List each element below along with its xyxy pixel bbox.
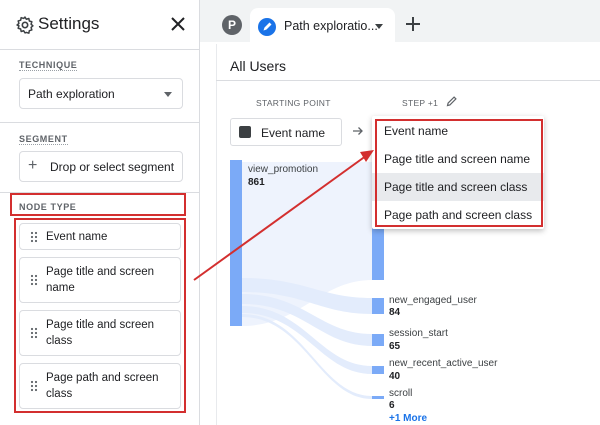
chevron-down-icon [164,92,172,97]
tab-label: Path exploratio... [284,19,378,33]
step-node-count: 6 [389,400,395,411]
close-icon[interactable] [168,14,188,34]
starting-node-selector[interactable]: Event name [230,118,342,146]
annotation-highlight-dropdown [375,119,543,227]
technique-label: TECHNIQUE [19,60,78,71]
tab-path-exploration[interactable]: Path exploratio... [250,8,395,44]
step-node-count: 40 [389,371,401,382]
segment-drop-zone[interactable]: + Drop or select segment [19,151,183,182]
settings-header: Settings [0,0,200,50]
step-header: STEP +1 [402,98,439,108]
pencil-icon[interactable] [446,95,458,107]
gear-icon [16,16,34,34]
step-node-name: new_recent_active_user [389,358,498,369]
start-node-count: 861 [248,177,265,188]
segment-placeholder: Drop or select segment [50,160,175,174]
annotation-highlight-node-list [14,218,186,413]
starting-point-header: STARTING POINT [256,98,331,108]
arrow-right-icon [353,127,363,135]
avatar[interactable]: P [222,15,242,35]
settings-panel: Settings TECHNIQUE Path exploration SEGM… [0,0,200,425]
starting-node-selector-label: Event name [261,126,326,140]
more-nodes-link[interactable]: +1 More [389,413,427,424]
pencil-icon [258,18,276,36]
add-tab-icon[interactable] [403,14,423,34]
step-node-count: 84 [389,307,401,318]
annotation-highlight-node-type [10,193,186,216]
start-node-name: view_promotion [248,164,319,175]
technique-select[interactable]: Path exploration [19,78,183,109]
divider [216,80,600,81]
segment-label: SEGMENT [19,134,68,145]
step-node-name: new_engaged_user [389,295,477,306]
plus-icon: + [28,157,38,174]
divider [0,122,200,123]
cursor-icon [239,126,251,138]
segment-title: All Users [230,58,287,74]
step-node-count: 65 [389,341,401,352]
step-node-name: scroll [389,388,413,399]
chevron-down-icon[interactable] [375,24,383,29]
technique-value: Path exploration [28,87,115,101]
step-node-name: session_start [389,328,448,339]
settings-title: Settings [38,14,100,33]
